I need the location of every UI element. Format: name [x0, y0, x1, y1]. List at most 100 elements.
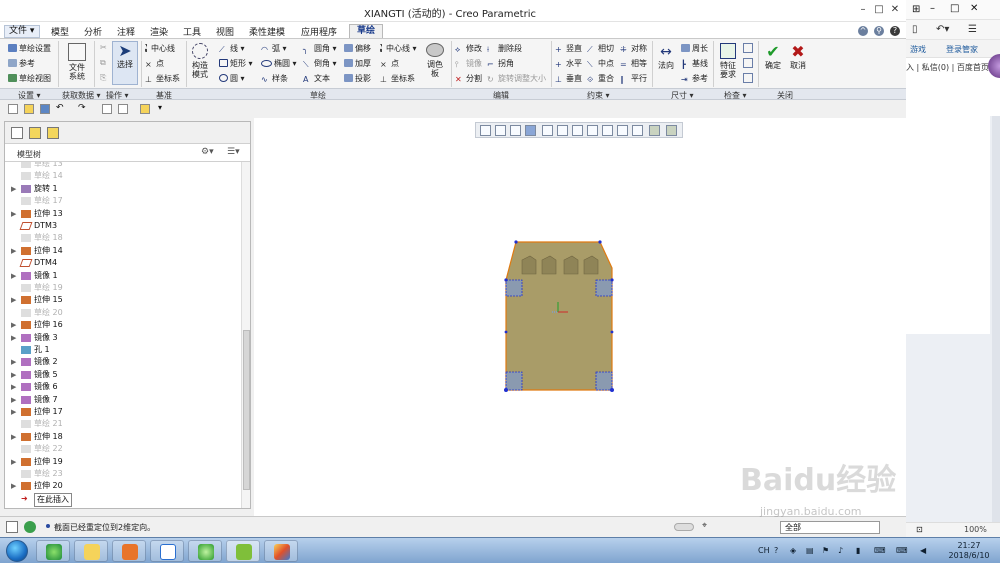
- regenerate-icon[interactable]: [102, 104, 112, 114]
- rotate-resize-button[interactable]: ↻ 旋转调整大小: [487, 73, 546, 84]
- construction-mode-button[interactable]: 构造 模式: [188, 43, 212, 79]
- tree-item[interactable]: 草绘 20: [5, 307, 241, 320]
- navigator-toggle-icon[interactable]: [6, 521, 18, 533]
- games-link[interactable]: 游戏: [910, 44, 926, 55]
- sketch-view-button[interactable]: 草绘视图: [8, 73, 51, 84]
- tab-annotate[interactable]: 注释: [117, 25, 135, 38]
- delete-segment-button[interactable]: ⟊ 删除段: [487, 43, 522, 54]
- tree-item[interactable]: ▶ 拉伸 19: [5, 456, 241, 469]
- phone-icon[interactable]: ▯: [912, 24, 918, 35]
- tree-item[interactable]: ▶ 拉伸 18: [5, 431, 241, 444]
- tab-analysis[interactable]: 分析: [84, 25, 102, 38]
- ok-button[interactable]: ✔ 确定: [762, 43, 784, 71]
- tree-item[interactable]: ▶ 拉伸 14: [5, 245, 241, 258]
- perimeter-button[interactable]: 周长: [681, 43, 708, 54]
- sketch-point-button[interactable]: × 点: [380, 58, 399, 69]
- tree-item[interactable]: ▶ 镜像 3: [5, 332, 241, 345]
- refit-icon[interactable]: [480, 125, 491, 136]
- symmetric-constraint-button[interactable]: ⁜ 对称: [620, 43, 647, 54]
- file-system-button[interactable]: 文件 系统: [64, 43, 90, 81]
- midpoint-constraint-button[interactable]: ⟍ 中点: [587, 58, 614, 69]
- minimize-icon[interactable]: –: [857, 4, 869, 16]
- login-link[interactable]: 登录管家: [946, 44, 978, 55]
- tree-item[interactable]: ▶ 旋转 1: [5, 183, 241, 196]
- cancel-button[interactable]: ✖ 取消: [787, 43, 809, 71]
- offset-button[interactable]: 偏移: [344, 43, 371, 54]
- close-icon[interactable]: ✕: [889, 4, 901, 16]
- reference-dimension-button[interactable]: ⇥ 参考: [681, 73, 708, 84]
- language-indicator[interactable]: CH: [758, 546, 770, 555]
- perpendicular-constraint-button[interactable]: ⊥ 垂直: [555, 73, 582, 84]
- sketch-view-toolbar-icon[interactable]: [602, 125, 613, 136]
- tree-scrollbar-thumb[interactable]: [243, 330, 250, 490]
- tree-item[interactable]: ▶ 拉伸 13: [5, 208, 241, 221]
- sketcher-display-icon[interactable]: [649, 125, 660, 136]
- expand-arrow-icon[interactable]: ▶: [11, 183, 16, 195]
- datum-centerline-button[interactable]: 中心线: [145, 43, 175, 54]
- browser-menu-icon[interactable]: ⊞: [912, 4, 920, 15]
- taskbar-creo-button[interactable]: [226, 540, 260, 562]
- tab-flexible-modeling[interactable]: 柔性建模: [249, 25, 285, 38]
- equal-constraint-button[interactable]: = 相等: [620, 58, 647, 69]
- normal-dimension-button[interactable]: ↔ 法向: [655, 43, 677, 70]
- taskbar-media-button[interactable]: [112, 540, 146, 562]
- circle-button[interactable]: 圆 ▾: [219, 73, 245, 84]
- expand-arrow-icon[interactable]: ▶: [11, 294, 16, 306]
- perspective-icon[interactable]: [587, 125, 598, 136]
- repaint-icon[interactable]: [525, 125, 536, 136]
- tree-item[interactable]: ▶ 拉伸 20: [5, 480, 241, 493]
- tree-item[interactable]: ▶ 镜像 2: [5, 356, 241, 369]
- input-icon[interactable]: ⌨: [874, 546, 886, 555]
- browser-menu-lines-icon[interactable]: ☰: [968, 24, 977, 35]
- selection-filter-dropdown[interactable]: 全部: [780, 521, 880, 534]
- mirror-button[interactable]: ⫯ 镜像: [455, 58, 482, 69]
- clock[interactable]: 21:27 2018/6/10: [944, 541, 994, 561]
- modify-button[interactable]: ⟡ 修改: [455, 43, 482, 54]
- favorites-tab-icon[interactable]: [47, 127, 59, 139]
- text-button[interactable]: A 文本: [303, 73, 330, 84]
- saved-orientations-icon[interactable]: [557, 125, 568, 136]
- tree-item[interactable]: 草绘 22: [5, 443, 241, 456]
- folder-browser-tab-icon[interactable]: [29, 127, 41, 139]
- thicken-button[interactable]: 加厚: [344, 58, 371, 69]
- tree-filter-icon[interactable]: ☰▾: [227, 147, 240, 157]
- expand-arrow-icon[interactable]: ▶: [11, 319, 16, 331]
- browser-minimize-icon[interactable]: –: [930, 3, 935, 14]
- rectangle-button[interactable]: 矩形 ▾: [219, 58, 253, 69]
- help-icon[interactable]: ?: [890, 26, 900, 36]
- select-button[interactable]: ➤ 选择: [112, 41, 138, 85]
- undo-icon[interactable]: ↶: [56, 104, 66, 114]
- browser-maximize-icon[interactable]: □: [950, 3, 959, 14]
- baseline-button[interactable]: ┣ 基线: [681, 58, 708, 69]
- divide-button[interactable]: ✕ 分割: [455, 73, 482, 84]
- tree-item[interactable]: ▶ 拉伸 16: [5, 319, 241, 332]
- vertical-constraint-button[interactable]: + 竖直: [555, 43, 582, 54]
- paste-icon[interactable]: ⎘: [100, 73, 106, 83]
- expand-arrow-icon[interactable]: ▶: [11, 394, 16, 406]
- redo-icon[interactable]: ↷: [78, 104, 88, 114]
- horizontal-constraint-button[interactable]: + 水平: [555, 58, 582, 69]
- expand-arrow-icon[interactable]: ▶: [11, 456, 16, 468]
- tab-sketch[interactable]: 草绘: [349, 24, 383, 39]
- shield-icon[interactable]: ◈: [790, 546, 796, 555]
- close-window-icon[interactable]: [140, 104, 150, 114]
- browser-toggle-icon[interactable]: [24, 521, 36, 533]
- spin-center-icon[interactable]: [666, 125, 677, 136]
- battery-icon[interactable]: ▮: [856, 546, 860, 555]
- cut-icon[interactable]: ✂: [100, 43, 107, 52]
- user-avatar[interactable]: [988, 54, 1000, 78]
- shade-closed-loops-icon[interactable]: [743, 73, 753, 83]
- tangent-constraint-button[interactable]: ⟋ 相切: [587, 43, 614, 54]
- zoom-in-icon[interactable]: [495, 125, 506, 136]
- annotation-display-icon[interactable]: [632, 125, 643, 136]
- arc-button[interactable]: ◠ 弧 ▾: [261, 43, 287, 54]
- tree-item[interactable]: ▶ 镜像 7: [5, 394, 241, 407]
- tree-item[interactable]: 草绘 18: [5, 232, 241, 245]
- tree-item[interactable]: ▶ 拉伸 15: [5, 294, 241, 307]
- datum-display-icon[interactable]: [617, 125, 628, 136]
- coincident-constraint-button[interactable]: ⟐ 重合: [587, 73, 614, 84]
- datum-csys-button[interactable]: ⊥ 坐标系: [145, 73, 180, 84]
- expand-arrow-icon[interactable]: ▶: [11, 480, 16, 492]
- expand-arrow-icon[interactable]: ▶: [11, 208, 16, 220]
- zoom-level[interactable]: 100%: [964, 525, 987, 534]
